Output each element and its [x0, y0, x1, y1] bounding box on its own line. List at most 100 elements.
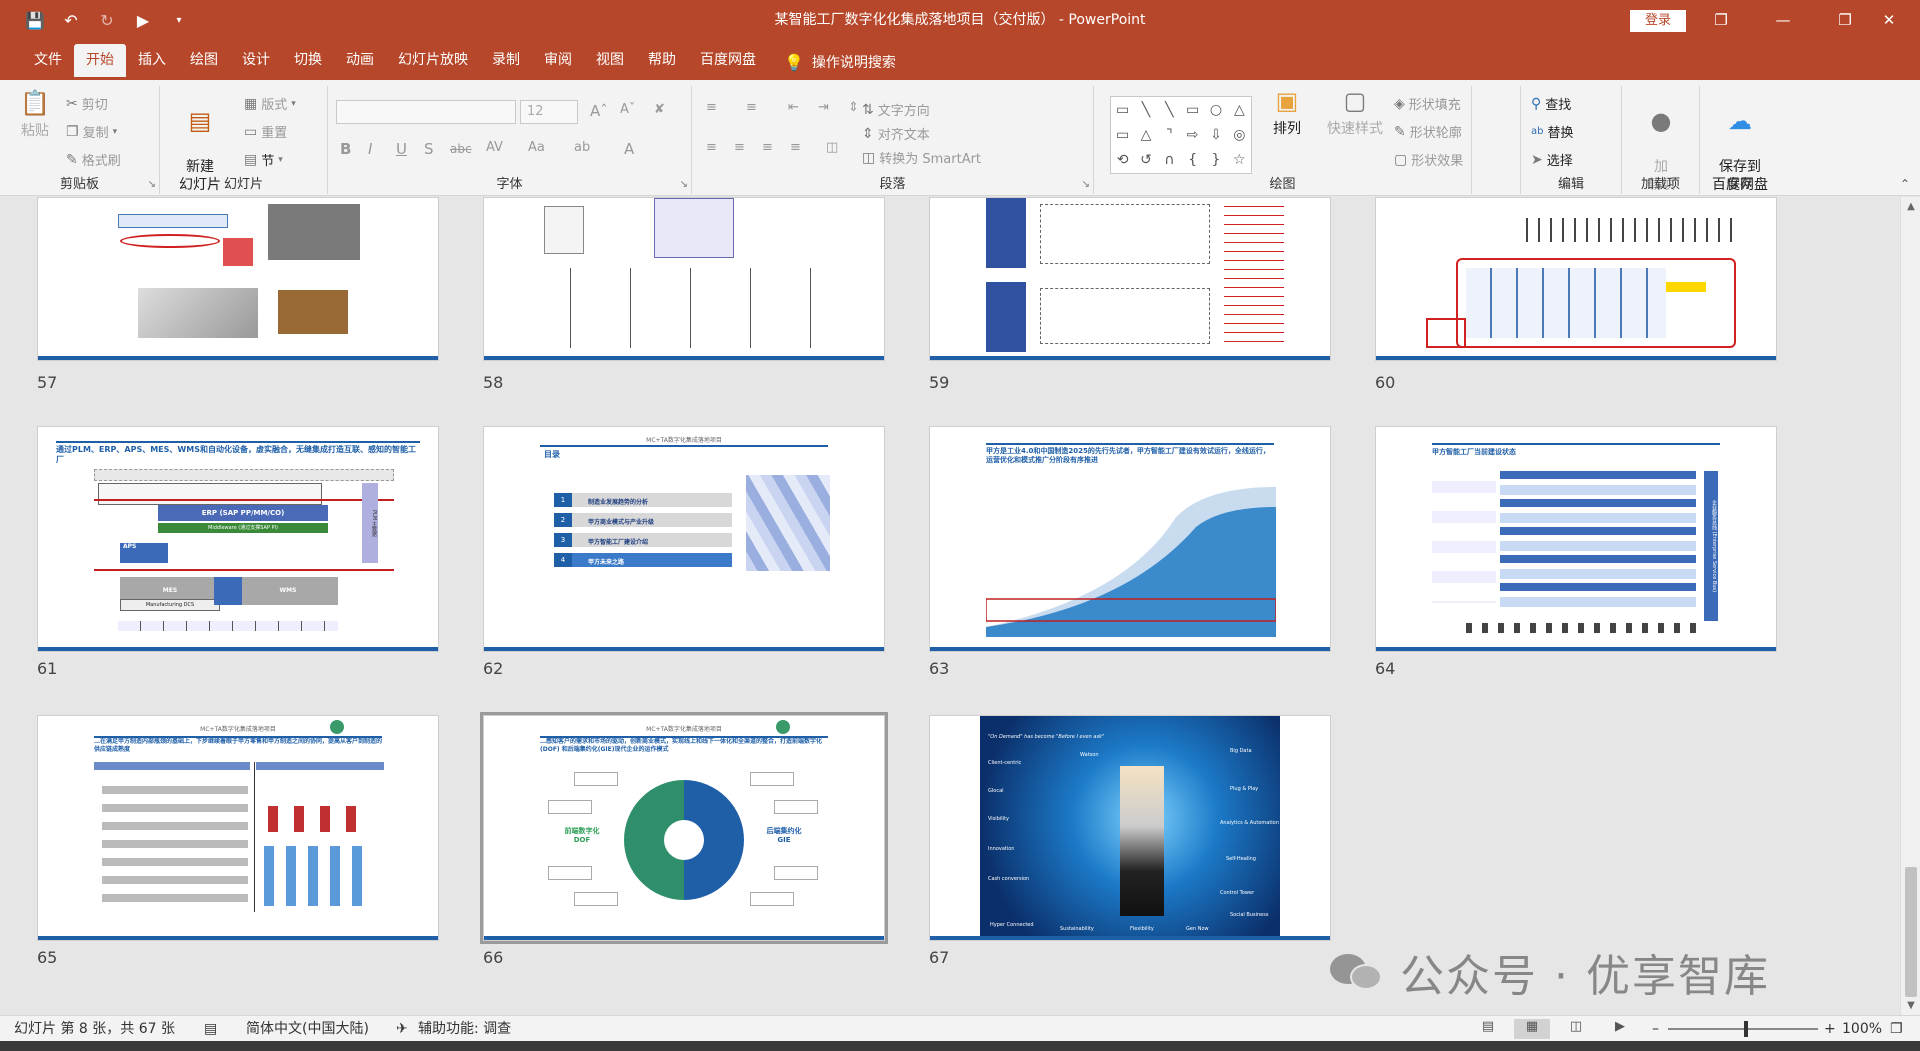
toc-item[interactable]: 甲方智能工厂建设介绍 — [588, 537, 648, 546]
slide-thumbnail[interactable] — [929, 197, 1331, 361]
clipboard-launcher-icon[interactable]: ↘ — [148, 179, 156, 190]
align-right-button[interactable]: ≡ — [762, 140, 773, 155]
find-button[interactable]: ⚲ 查找 — [1531, 94, 1571, 114]
format-painter-button[interactable]: ✎ 格式刷 — [66, 150, 121, 170]
tab-animations[interactable]: 动画 — [334, 44, 386, 80]
tab-review[interactable]: 审阅 — [532, 44, 584, 80]
columns-button[interactable]: ◫ — [826, 140, 838, 155]
justify-button[interactable]: ≡ — [790, 140, 801, 155]
slide-thumbnail[interactable]: 甲方是工业4.0和中国制造2025的先行先试者，甲方智能工厂建设有效试运行，全线… — [929, 426, 1331, 652]
tab-record[interactable]: 录制 — [480, 44, 532, 80]
slide-thumbnail[interactable]: MC+TA数字化集成落地项目 …在满足甲方制造内部瓶颈的基础上，下步继续着眼于甲… — [37, 715, 439, 941]
zoom-slider[interactable] — [1668, 1028, 1818, 1030]
bullets-button[interactable]: ≡ — [706, 100, 717, 115]
font-color-button[interactable]: A — [624, 140, 634, 158]
save-icon[interactable]: 💾 — [22, 7, 48, 33]
char-spacing-button[interactable]: AV — [486, 140, 503, 155]
slide-thumbnail[interactable] — [483, 197, 885, 361]
normal-view-icon[interactable]: ▤ — [1470, 1019, 1506, 1039]
toc-item[interactable]: 甲方商业模式与产业升级 — [588, 517, 654, 526]
zoom-in-icon[interactable]: + — [1824, 1016, 1836, 1042]
shrink-font-button[interactable]: Aˇ — [620, 102, 635, 117]
slide-thumbnail[interactable]: 甲方智能工厂当前建设状态 企业服务总线 (Enterprise Service … — [1375, 426, 1777, 652]
tab-file[interactable]: 文件 — [22, 44, 74, 80]
align-text-button[interactable]: ⇕ 对齐文本 — [862, 124, 930, 144]
bold-button[interactable]: B — [340, 140, 351, 158]
font-name-input[interactable] — [336, 100, 516, 124]
section-button[interactable]: ▤ 节 ▾ — [244, 150, 283, 170]
undo-icon[interactable]: ↶ — [58, 7, 84, 33]
slide-thumbnail[interactable]: MC+TA数字化集成落地项目 目录 1 制造业发展趋势的分析 2 甲方商业模式与… — [483, 426, 885, 652]
copy-button[interactable]: ❐ 复制 ▾ — [66, 122, 117, 142]
line-spacing-button[interactable]: ⇕ — [848, 100, 859, 115]
italic-button[interactable]: I — [368, 140, 372, 158]
select-button[interactable]: ➤ 选择 — [1531, 150, 1573, 170]
shapes-gallery[interactable]: ▭ ╲ ╲ ▭ ○ △ ▭ △ ⌝ ⇨ ⇩ ◎ ⟲ ↺ ∩{} ☆ — [1110, 96, 1252, 174]
slide-thumbnail[interactable]: 通过PLM、ERP、APS、MES、WMS和自动化设备，虚实融合，无缝集成打造互… — [37, 426, 439, 652]
slide-thumbnail-selected[interactable]: MC+TA数字化集成落地项目 …感知客户的需求和市场的驱动，创新商业模式，实现线… — [480, 712, 888, 944]
language-indicator[interactable]: 简体中文(中国大陆) — [246, 1016, 369, 1042]
customize-qat-icon[interactable]: ▾ — [166, 7, 192, 33]
minimize-icon[interactable]: — — [1752, 0, 1814, 40]
slideshow-view-icon[interactable]: ▶ — [1602, 1019, 1638, 1039]
ribbon-display-options-icon[interactable]: ❐ — [1690, 0, 1752, 40]
underline-button[interactable]: U — [396, 140, 407, 158]
tab-insert[interactable]: 插入 — [126, 44, 178, 80]
text-direction-button[interactable]: ⇅ 文字方向 — [862, 100, 930, 120]
paragraph-launcher-icon[interactable]: ↘ — [1082, 179, 1090, 190]
tab-view[interactable]: 视图 — [584, 44, 636, 80]
start-from-beginning-icon[interactable]: ▶ — [130, 7, 156, 33]
slide-sorter[interactable]: 57 58 59 60 通过PLM、ERP、APS、MES、WMS和自动化设备，… — [0, 197, 1900, 1015]
scroll-down-icon[interactable]: ▼ — [1901, 1000, 1920, 1011]
shadow-button[interactable]: S — [424, 140, 434, 158]
slide-sorter-view-icon[interactable]: ▦ — [1514, 1019, 1550, 1039]
strikethrough-button[interactable]: abc — [450, 142, 472, 156]
smartart-button[interactable]: ◫ 转换为 SmartArt — [862, 148, 981, 168]
zoom-level[interactable]: 100% — [1842, 1016, 1882, 1042]
tab-transitions[interactable]: 切换 — [282, 44, 334, 80]
scroll-up-icon[interactable]: ▲ — [1901, 201, 1920, 212]
font-size-input[interactable]: 12 — [520, 100, 578, 124]
highlight-button[interactable]: ab — [574, 140, 590, 155]
slide-thumbnail[interactable] — [37, 197, 439, 361]
login-button[interactable]: 登录 — [1630, 10, 1686, 32]
zoom-out-icon[interactable]: – — [1652, 1016, 1659, 1042]
shape-outline-button[interactable]: ✎ 形状轮廓 — [1394, 122, 1462, 142]
tab-draw[interactable]: 绘图 — [178, 44, 230, 80]
reading-view-icon[interactable]: ◫ — [1558, 1019, 1594, 1039]
arrange-button[interactable]: ▣ 排列 — [1262, 86, 1312, 138]
shape-fill-button[interactable]: ◈ 形状填充 — [1394, 94, 1461, 114]
tab-baidu-netdisk[interactable]: 百度网盘 — [688, 44, 768, 80]
font-launcher-icon[interactable]: ↘ — [680, 179, 688, 190]
numbering-button[interactable]: ≡ — [746, 100, 757, 115]
redo-icon[interactable]: ↻ — [94, 7, 120, 33]
decrease-indent-button[interactable]: ⇤ — [788, 100, 799, 115]
shape-effects-button[interactable]: ▢ 形状效果 — [1394, 150, 1463, 170]
layout-button[interactable]: ▦ 版式 ▾ — [244, 94, 296, 114]
increase-indent-button[interactable]: ⇥ — [818, 100, 829, 115]
toc-item[interactable]: 制造业发展趋势的分析 — [588, 497, 648, 506]
fit-to-window-icon[interactable]: ❐ — [1890, 1016, 1903, 1042]
tab-design[interactable]: 设计 — [230, 44, 282, 80]
collapse-ribbon-icon[interactable]: ⌃ — [1900, 177, 1910, 191]
change-case-button[interactable]: Aa — [528, 140, 545, 155]
tab-home[interactable]: 开始 — [74, 44, 126, 80]
replace-button[interactable]: ab 替换 — [1531, 122, 1574, 141]
clear-format-icon[interactable]: ✘ — [654, 102, 665, 117]
paste-button[interactable]: 📋 粘贴 — [10, 88, 60, 140]
zoom-slider-thumb[interactable] — [1744, 1021, 1748, 1037]
scrollbar-thumb[interactable] — [1905, 867, 1917, 997]
tab-help[interactable]: 帮助 — [636, 44, 688, 80]
grow-font-button[interactable]: Aˆ — [590, 102, 608, 120]
align-left-button[interactable]: ≡ — [706, 140, 717, 155]
tell-me-box[interactable]: 💡 操作说明搜索 — [768, 44, 896, 80]
quick-styles-button[interactable]: ▢ 快速样式 — [1324, 86, 1386, 138]
close-icon[interactable]: ✕ — [1858, 0, 1920, 40]
accessibility-status[interactable]: 辅助功能: 调查 — [418, 1016, 511, 1042]
slide-thumbnail[interactable]: "On Demand" has become "Before I even as… — [929, 715, 1331, 941]
reset-button[interactable]: ▭ 重置 — [244, 122, 287, 142]
align-center-button[interactable]: ≡ — [734, 140, 745, 155]
slide-thumbnail[interactable] — [1375, 197, 1777, 361]
toc-item[interactable]: 甲方未来之路 — [588, 557, 624, 566]
cut-button[interactable]: ✂ 剪切 — [66, 94, 108, 114]
